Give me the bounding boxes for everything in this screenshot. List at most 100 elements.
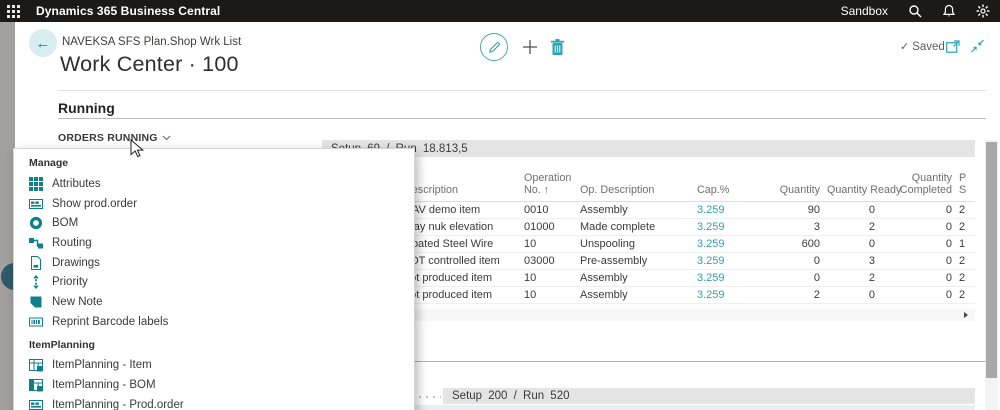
menu-item-label: Drawings	[52, 256, 100, 269]
cell-operation_no: 10	[520, 269, 576, 287]
trash-icon	[551, 39, 564, 55]
pencil-icon	[488, 41, 500, 53]
notifications-bell-icon[interactable]	[942, 4, 956, 18]
cell-quantity: 0	[768, 269, 823, 287]
menu-item-priority[interactable]: Priority	[14, 272, 414, 292]
cell-description: Lot produced item	[400, 286, 520, 304]
vertical-scrollbar-thumb[interactable]	[986, 142, 997, 378]
menu-item-itemplanning-prod-order[interactable]: ItemPlanning - Prod.order	[14, 395, 414, 410]
edit-button[interactable]	[480, 33, 508, 61]
barcode-icon	[29, 315, 43, 329]
menu-item-label: Priority	[52, 276, 88, 289]
menu-item-drawings[interactable]: Drawings	[14, 253, 414, 273]
cell-cap_pct[interactable]: 3.259	[693, 269, 768, 287]
open-in-window-icon	[946, 40, 960, 53]
delete-button[interactable]	[550, 39, 565, 56]
cell-ps: 2	[955, 269, 975, 287]
environment-badge[interactable]: Sandbox	[841, 4, 888, 18]
orders-running-group-header[interactable]: ORDERS RUNNING	[58, 132, 171, 144]
itemplanning-prodorder-icon	[29, 398, 43, 410]
top-navigation-bar: Dynamics 365 Business Central Sandbox	[0, 0, 1000, 22]
menu-item-attributes[interactable]: Attributes	[14, 174, 414, 194]
cell-ps: 2	[955, 218, 975, 236]
cell-description: Lot produced item	[400, 269, 520, 287]
column-header-cap_pct[interactable]: Cap.%	[693, 172, 768, 202]
menu-item-reprint-barcode-labels[interactable]: Reprint Barcode labels	[14, 312, 414, 332]
drawings-icon	[29, 255, 43, 270]
cell-quantity_ready: 3	[823, 252, 878, 270]
cell-cap_pct[interactable]: 3.259	[693, 252, 768, 270]
cell-quantity_ready: 2	[823, 218, 878, 236]
page-title: Work Center · 100	[60, 52, 239, 76]
cell-operation_no: 10	[520, 235, 576, 253]
search-icon[interactable]	[908, 4, 922, 18]
cell-quantity_ready: 0	[823, 201, 878, 219]
cell-quantity: 2	[768, 286, 823, 304]
cell-op_description: Unspooling	[576, 235, 693, 253]
cell-description: NAV demo item	[400, 201, 520, 219]
checkmark-icon: ✓	[900, 41, 910, 53]
cell-quantity_completed: 0	[878, 252, 955, 270]
cell-quantity_ready: 0	[823, 235, 878, 253]
cell-op_description: Assembly	[576, 269, 693, 287]
cell-quantity_ready: 2	[823, 269, 878, 287]
cell-description: LOT controlled item	[400, 252, 520, 270]
menu-item-itemplanning-bom[interactable]: ItemPlanning - BOM	[14, 375, 414, 395]
column-header-ps[interactable]: PS	[955, 172, 975, 202]
cell-cap_pct[interactable]: 3.259	[693, 235, 768, 253]
new-button[interactable]	[522, 39, 538, 55]
settings-gear-icon[interactable]	[976, 4, 990, 18]
cell-operation_no: 03000	[520, 252, 576, 270]
column-header-operation_no[interactable]: Operation No. ↑	[520, 172, 576, 202]
cell-description: Coated Steel Wire	[400, 235, 520, 253]
routing-icon	[29, 236, 43, 250]
menu-item-show-prod-order[interactable]: Show prod.order	[14, 194, 414, 214]
menu-item-label: Show prod.order	[52, 197, 138, 210]
setup-run-summary-bar-2: Setup 200 / Run 520	[443, 388, 975, 404]
menu-item-label: BOM	[52, 217, 79, 230]
cell-op_description: Pre-assembly	[576, 252, 693, 270]
app-title[interactable]: Dynamics 365 Business Central	[36, 4, 220, 18]
cell-quantity_completed: 0	[878, 235, 955, 253]
save-status: ✓ Saved	[900, 40, 945, 54]
itemplanning-item-icon	[29, 358, 43, 372]
chevron-down-icon	[162, 135, 171, 141]
cell-operation_no: 0010	[520, 201, 576, 219]
cell-quantity: 0	[768, 252, 823, 270]
section-heading-running: Running	[58, 100, 115, 116]
plus-icon	[523, 40, 537, 54]
back-button[interactable]: ←	[29, 29, 57, 57]
cell-cap_pct[interactable]: 3.259	[693, 218, 768, 236]
new-note-icon	[29, 295, 43, 309]
setup-run-summary-bar: Setup 69 / Run 18.813,5	[322, 140, 975, 157]
collapse-button[interactable]	[970, 39, 985, 53]
app-launcher-icon[interactable]	[7, 4, 20, 18]
column-header-quantity[interactable]: Quantity	[768, 172, 823, 202]
context-menu: Manage Attributes Show prod.order BOM Routin…	[13, 148, 415, 410]
column-header-quantity_ready[interactable]: Quantity Ready	[823, 172, 901, 202]
open-in-window-button[interactable]	[946, 40, 960, 53]
cell-cap_pct[interactable]: 3.259	[693, 201, 768, 219]
header-divider	[58, 90, 986, 91]
cell-ps: 2	[955, 286, 975, 304]
scroll-right-arrow-icon[interactable]	[964, 312, 968, 318]
back-arrow-icon: ←	[35, 34, 51, 52]
menu-item-bom[interactable]: BOM	[14, 213, 414, 233]
cell-quantity_ready: 0	[823, 286, 878, 304]
cell-cap_pct[interactable]: 3.259	[693, 286, 768, 304]
menu-item-routing[interactable]: Routing	[14, 233, 414, 253]
save-status-label: Saved	[912, 40, 945, 53]
menu-item-label: ItemPlanning - Item	[52, 359, 152, 372]
vertical-scrollbar[interactable]	[985, 140, 998, 410]
cell-ps: 2	[955, 201, 975, 219]
column-header-description[interactable]: Description	[400, 172, 520, 202]
cell-quantity_completed: 0	[878, 286, 955, 304]
column-header-op_description[interactable]: Op. Description	[576, 172, 693, 202]
menu-item-new-note[interactable]: New Note	[14, 292, 414, 312]
menu-item-itemplanning-item[interactable]: ItemPlanning - Item	[14, 356, 414, 376]
collapse-arrows-icon	[971, 39, 984, 53]
cell-quantity: 3	[768, 218, 823, 236]
prod-order-icon	[29, 197, 43, 211]
bom-icon	[29, 216, 43, 230]
breadcrumb[interactable]: NAVEKSA SFS Plan.Shop Wrk List	[62, 36, 241, 48]
